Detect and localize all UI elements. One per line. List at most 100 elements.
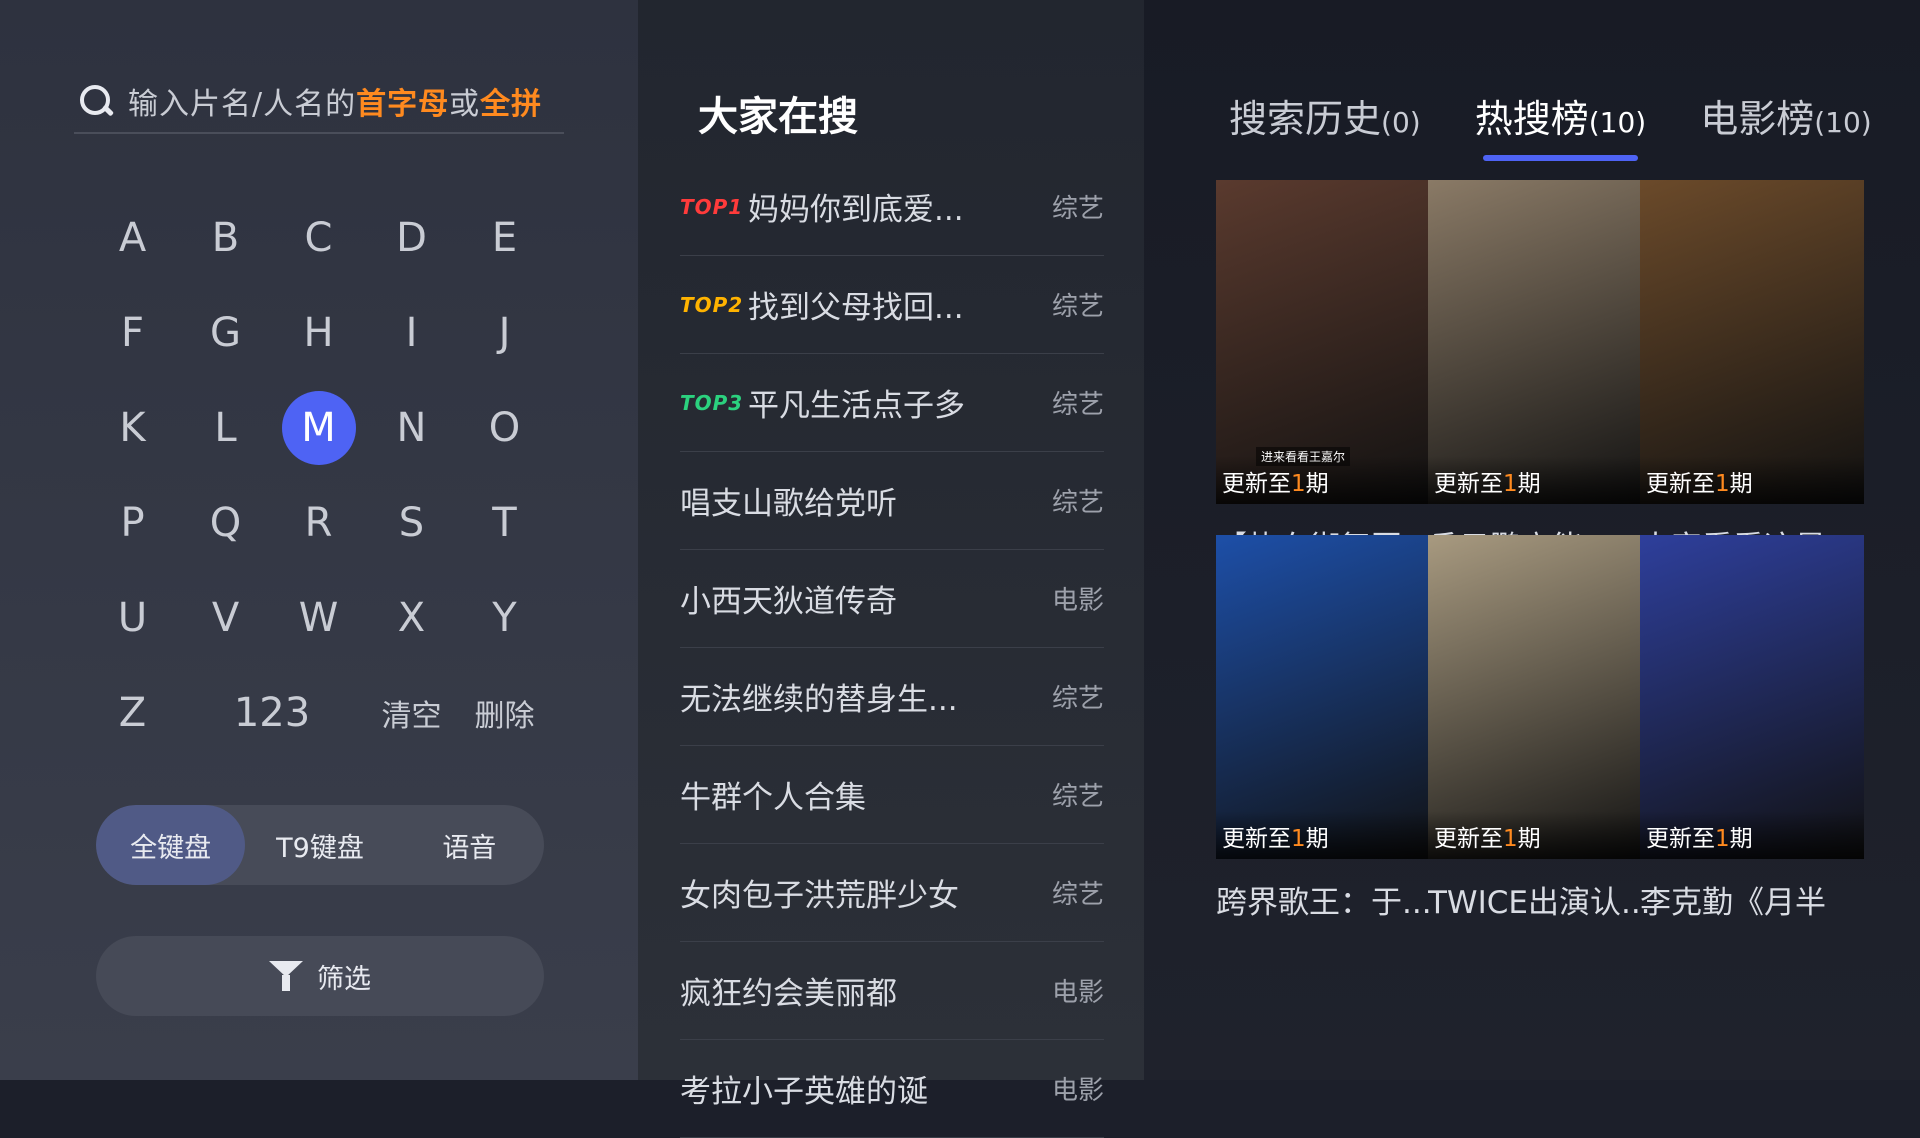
list-item-name: 小西天狄道传奇 bbox=[680, 584, 897, 620]
popular-title: 大家在搜 bbox=[698, 94, 858, 140]
key-row: Z 123 清空 删除 bbox=[86, 665, 566, 760]
key-f[interactable]: F bbox=[86, 296, 179, 370]
rank-badge: TOP3 bbox=[680, 390, 744, 415]
video-card[interactable]: 更新至1期岳云鹏高能“... bbox=[1428, 180, 1652, 567]
list-item-category: 综艺 bbox=[1051, 292, 1104, 322]
keyboard-mode-tabs: 全键盘 T9键盘 语音 bbox=[96, 805, 544, 885]
key-w[interactable]: W bbox=[272, 581, 365, 655]
video-thumbnail: 更新至1期 bbox=[1428, 535, 1652, 859]
key-m-selected[interactable]: M bbox=[272, 390, 365, 465]
list-item[interactable]: 女肉包子洪荒胖少女 综艺 bbox=[680, 844, 1104, 942]
video-card[interactable]: 更新至1期跨界歌王：于... bbox=[1216, 535, 1440, 922]
key-o[interactable]: O bbox=[458, 391, 551, 465]
key-n[interactable]: N bbox=[365, 391, 458, 465]
list-item-category: 电影 bbox=[1051, 978, 1104, 1008]
key-l[interactable]: L bbox=[179, 391, 272, 465]
key-z[interactable]: Z bbox=[86, 676, 179, 750]
key-r[interactable]: R bbox=[272, 486, 365, 560]
key-x[interactable]: X bbox=[365, 581, 458, 655]
list-item-name: 平凡生活点子多 bbox=[748, 388, 965, 424]
tab-count: (10) bbox=[1588, 106, 1647, 139]
list-item[interactable]: TOP3 平凡生活点子多 综艺 bbox=[680, 354, 1104, 452]
video-card[interactable]: 更新至1期 李克勤《月半 bbox=[1640, 535, 1864, 922]
key-e[interactable]: E bbox=[458, 201, 551, 275]
tab-voice[interactable]: 语音 bbox=[395, 805, 544, 885]
popular-list: TOP1 妈妈你到底爱... 综艺 TOP2 找到父母找回... 综艺 TOP3 平凡生活点子… bbox=[680, 158, 1104, 1138]
badge-suffix: 期 bbox=[1517, 826, 1541, 852]
list-item[interactable]: 无法继续的替身生... 综艺 bbox=[680, 648, 1104, 746]
video-card[interactable]: 进来看看王嘉尔更新至1期【热血街舞团... bbox=[1216, 180, 1440, 567]
rank-badge: TOP2 bbox=[680, 292, 744, 317]
key-g[interactable]: G bbox=[179, 296, 272, 370]
list-item-category: 综艺 bbox=[1051, 880, 1104, 910]
badge-suffix: 期 bbox=[1305, 826, 1329, 852]
list-item-category: 综艺 bbox=[1051, 194, 1104, 224]
badge-prefix: 更新至 bbox=[1434, 826, 1503, 852]
video-thumbnail: 更新至1期 bbox=[1428, 180, 1652, 504]
update-badge: 更新至1期 bbox=[1216, 811, 1440, 859]
tab-label: 电影榜 bbox=[1700, 97, 1815, 141]
badge-number: 1 bbox=[1503, 471, 1518, 497]
key-i[interactable]: I bbox=[365, 296, 458, 370]
filter-button[interactable]: 筛选 bbox=[96, 936, 544, 1016]
update-badge: 更新至1期 bbox=[1428, 456, 1652, 504]
tab-label: 热搜榜 bbox=[1474, 97, 1589, 141]
video-title: 跨界歌王：于... bbox=[1216, 885, 1432, 921]
key-d[interactable]: D bbox=[365, 201, 458, 275]
key-v[interactable]: V bbox=[179, 581, 272, 655]
delete-button[interactable]: 删除 bbox=[458, 676, 551, 750]
list-item-category: 电影 bbox=[1051, 1076, 1104, 1106]
key-j[interactable]: J bbox=[458, 296, 551, 370]
list-item-category: 综艺 bbox=[1051, 782, 1104, 812]
list-item-category: 综艺 bbox=[1051, 684, 1104, 714]
video-thumbnail: 进来看看王嘉尔更新至1期 bbox=[1216, 180, 1440, 504]
clear-button[interactable]: 清空 bbox=[365, 676, 458, 750]
badge-number: 1 bbox=[1503, 826, 1518, 852]
list-item[interactable]: 考拉小子英雄的诞 电影 bbox=[680, 1040, 1104, 1138]
list-item[interactable]: TOP1 妈妈你到底爱... 综艺 bbox=[680, 158, 1104, 256]
list-item[interactable]: TOP2 找到父母找回... 综艺 bbox=[680, 256, 1104, 354]
video-thumbnail: 更新至1期 bbox=[1216, 535, 1440, 859]
badge-suffix: 期 bbox=[1729, 826, 1753, 852]
tab-ranking[interactable]: 热搜榜(10) bbox=[1474, 88, 1647, 161]
key-k[interactable]: K bbox=[86, 391, 179, 465]
update-badge: 更新至1期 bbox=[1640, 456, 1864, 504]
key-t[interactable]: T bbox=[458, 486, 551, 560]
search-input[interactable]: 输入片名/人名的首字母或全拼 bbox=[74, 70, 564, 134]
video-card[interactable]: 更新至1期 TWICE出演认... bbox=[1428, 535, 1652, 922]
key-row: K L M N O bbox=[86, 380, 566, 475]
letter-keyboard: A B C D E F G H I J K L M N O P Q R S T bbox=[86, 190, 566, 760]
key-123[interactable]: 123 bbox=[179, 676, 365, 750]
key-y[interactable]: Y bbox=[458, 581, 551, 655]
key-h[interactable]: H bbox=[272, 296, 365, 370]
key-m-label: M bbox=[281, 390, 356, 465]
key-q[interactable]: Q bbox=[179, 486, 272, 560]
tab-full-keyboard[interactable]: 全键盘 bbox=[96, 805, 246, 885]
tab-t9-keyboard[interactable]: T9键盘 bbox=[245, 805, 394, 885]
list-item-name: 考拉小子英雄的诞 bbox=[680, 1074, 928, 1110]
list-item-category: 综艺 bbox=[1051, 390, 1104, 420]
update-badge: 更新至1期 bbox=[1216, 456, 1440, 504]
key-p[interactable]: P bbox=[86, 486, 179, 560]
list-item[interactable]: 小西天狄道传奇 电影 bbox=[680, 550, 1104, 648]
key-s[interactable]: S bbox=[365, 486, 458, 560]
filter-label: 筛选 bbox=[317, 963, 371, 995]
list-item[interactable]: 牛群个人合集 综艺 bbox=[680, 746, 1104, 844]
update-badge: 更新至1期 bbox=[1428, 811, 1652, 859]
key-c[interactable]: C bbox=[272, 201, 365, 275]
badge-suffix: 期 bbox=[1517, 471, 1541, 497]
badge-prefix: 更新至 bbox=[1646, 471, 1715, 497]
badge-suffix: 期 bbox=[1729, 471, 1753, 497]
list-item[interactable]: 疯狂约会美丽都 电影 bbox=[680, 942, 1104, 1040]
list-item[interactable]: 唱支山歌给党听 综艺 bbox=[680, 452, 1104, 550]
funnel-icon bbox=[269, 959, 303, 993]
tab-ranking[interactable]: 搜索历史(0) bbox=[1229, 88, 1421, 143]
video-card[interactable]: 更新至1期大家看看这是 bbox=[1640, 180, 1864, 567]
key-row: A B C D E bbox=[86, 190, 566, 285]
key-a[interactable]: A bbox=[86, 201, 179, 275]
key-b[interactable]: B bbox=[179, 201, 272, 275]
tab-ranking[interactable]: 电影榜(10) bbox=[1700, 88, 1872, 143]
key-u[interactable]: U bbox=[86, 581, 179, 655]
badge-prefix: 更新至 bbox=[1646, 826, 1715, 852]
tab-count: (0) bbox=[1381, 106, 1421, 139]
